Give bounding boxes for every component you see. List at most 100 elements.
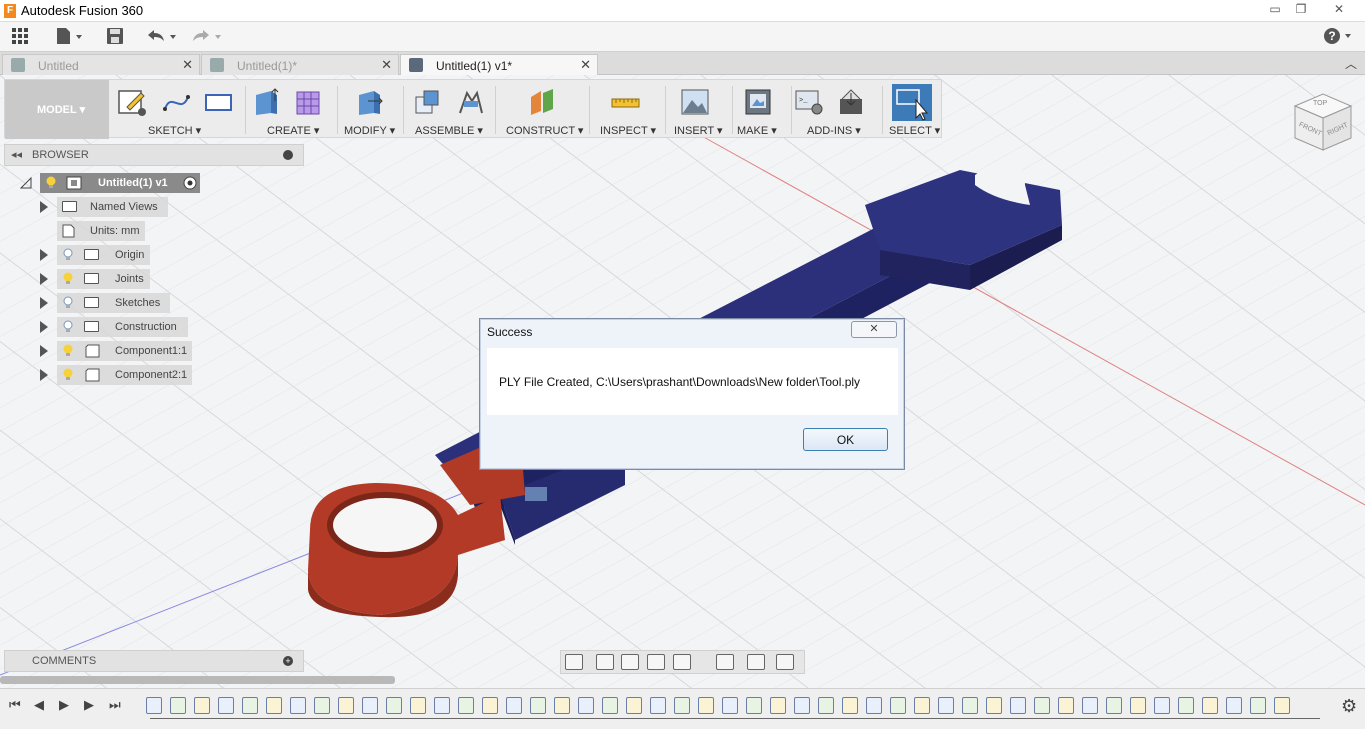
extrude-icon[interactable] [251, 87, 281, 117]
timeline-feature-icon[interactable] [338, 697, 354, 714]
go-to-end-icon[interactable]: ⏭ [109, 698, 123, 712]
timeline-feature-icon[interactable] [146, 697, 162, 714]
press-pull-icon[interactable] [354, 87, 384, 117]
inspect-group[interactable]: INSPECT ▾ [592, 80, 662, 139]
timeline-feature-icon[interactable] [1034, 697, 1050, 714]
browser-minimize-icon[interactable] [283, 150, 293, 160]
gear-icon[interactable]: ⚙ [1341, 696, 1357, 717]
timeline-feature-icon[interactable] [506, 697, 522, 714]
lightbulb-on-icon[interactable] [63, 272, 73, 285]
tab-untitled-1[interactable]: Untitled(1)* ✕ [201, 54, 399, 75]
expand-arrow-icon[interactable] [40, 201, 48, 213]
ok-button[interactable]: OK [803, 428, 888, 451]
tree-chip[interactable]: Sketches [57, 293, 170, 313]
create-sketch-icon[interactable] [117, 87, 147, 117]
timeline-feature-icon[interactable] [722, 697, 738, 714]
timeline-feature-icon[interactable] [1082, 697, 1098, 714]
tree-chip[interactable]: Origin [57, 245, 150, 265]
tab-close-icon[interactable]: ✕ [580, 57, 591, 73]
workspace-switcher[interactable]: MODEL ▾ [5, 80, 109, 139]
timeline-feature-icon[interactable] [1250, 697, 1266, 714]
go-to-start-icon[interactable]: ⏮ [9, 698, 23, 712]
lightbulb-off-icon[interactable] [63, 296, 73, 309]
timeline-feature-icon[interactable] [530, 697, 546, 714]
construct-group[interactable]: CONSTRUCT ▾ [499, 80, 584, 139]
grid-snaps-icon[interactable] [747, 654, 765, 670]
timeline-feature-icon[interactable] [914, 697, 930, 714]
timeline-feature-icon[interactable] [986, 697, 1002, 714]
collapse-tabs-icon[interactable]: ︿ [1345, 55, 1357, 72]
timeline-feature-icon[interactable] [866, 697, 882, 714]
insert-group[interactable]: INSERT ▾ [668, 80, 733, 139]
close-window-button[interactable]: ✕ [1326, 0, 1352, 18]
timeline-feature-icon[interactable] [362, 697, 378, 714]
timeline-feature-icon[interactable] [1130, 697, 1146, 714]
timeline-feature-icon[interactable] [794, 697, 810, 714]
lightbulb-on-icon[interactable] [63, 344, 73, 357]
form-mesh-icon[interactable] [293, 87, 323, 117]
expand-arrow-icon[interactable] [40, 273, 48, 285]
expanded-triangle-icon[interactable] [20, 177, 32, 189]
timeline-feature-icon[interactable] [650, 697, 666, 714]
timeline-feature-icon[interactable] [842, 697, 858, 714]
timeline-feature-icon[interactable] [626, 697, 642, 714]
tree-chip[interactable]: Units: mm [57, 221, 145, 241]
look-at-icon[interactable] [596, 654, 614, 670]
tree-chip[interactable]: Construction [57, 317, 188, 337]
timeline-feature-icon[interactable] [602, 697, 618, 714]
tree-chip[interactable]: Named Views [57, 197, 168, 217]
minimize-button[interactable]: ▭ [1262, 0, 1288, 18]
step-forward-icon[interactable]: ▶ [59, 698, 73, 712]
timeline-feature-icon[interactable] [1010, 697, 1026, 714]
tree-chip[interactable]: Joints [57, 269, 150, 289]
tab-untitled[interactable]: Untitled ✕ [2, 54, 200, 75]
timeline-feature-icon[interactable] [410, 697, 426, 714]
select-group[interactable]: SELECT ▾ [885, 80, 943, 139]
timeline-feature-icon[interactable] [890, 697, 906, 714]
select-menu-label[interactable]: SELECT ▾ [889, 124, 940, 137]
browser-panel-header[interactable]: ◂◂ BROWSER [4, 144, 304, 166]
timeline-feature-icon[interactable] [434, 697, 450, 714]
browser-item-origin[interactable]: Origin [38, 245, 158, 265]
lightbulb-on-icon[interactable] [63, 368, 73, 381]
dialog-close-button[interactable]: ✕ [851, 321, 897, 338]
expand-arrow-icon[interactable] [40, 321, 48, 333]
horizontal-scrollbar[interactable] [0, 676, 395, 684]
timeline-feature-icon[interactable] [1106, 697, 1122, 714]
modify-group[interactable]: MODIFY ▾ [340, 80, 400, 139]
3d-print-icon[interactable] [743, 87, 773, 117]
timeline-feature-icon[interactable] [770, 697, 786, 714]
expand-arrow-icon[interactable] [40, 369, 48, 381]
app-store-icon[interactable] [836, 87, 866, 117]
browser-item-units[interactable]: Units: mm [38, 221, 158, 241]
zoom-icon[interactable] [647, 654, 665, 670]
timeline-feature-icon[interactable] [482, 697, 498, 714]
timeline-feature-icon[interactable] [554, 697, 570, 714]
timeline-feature-icon[interactable] [746, 697, 762, 714]
add-ins-group[interactable]: >_ ADD-INS ▾ [794, 80, 879, 139]
timeline-feature-icon[interactable] [194, 697, 210, 714]
timeline-feature-icon[interactable] [1226, 697, 1242, 714]
tab-close-icon[interactable]: ✕ [182, 57, 193, 73]
root-chip[interactable]: Untitled(1) v1 [40, 173, 200, 193]
timeline-feature-icon[interactable] [266, 697, 282, 714]
timeline-feature-icon[interactable] [698, 697, 714, 714]
lightbulb-off-icon[interactable] [63, 248, 73, 261]
browser-item-sketches[interactable]: Sketches [38, 293, 178, 313]
lightbulb-on-icon[interactable] [46, 176, 56, 189]
collapse-browser-icon[interactable]: ◂◂ [11, 148, 22, 161]
timeline-feature-icon[interactable] [386, 697, 402, 714]
timeline-feature-icon[interactable] [818, 697, 834, 714]
new-component-icon[interactable] [412, 87, 442, 117]
undo-icon[interactable] [145, 27, 179, 47]
browser-item-joints[interactable]: Joints [38, 269, 158, 289]
assemble-group[interactable]: ASSEMBLE ▾ [405, 80, 490, 139]
orbit-icon[interactable] [565, 654, 583, 670]
timeline-feature-icon[interactable] [458, 697, 474, 714]
sketch-menu-label[interactable]: SKETCH ▾ [148, 124, 201, 137]
expand-arrow-icon[interactable] [40, 345, 48, 357]
timeline-feature-icon[interactable] [578, 697, 594, 714]
timeline-feature-icon[interactable] [1274, 697, 1290, 714]
tree-chip[interactable]: Component2:1 [57, 365, 192, 385]
timeline-feature-icon[interactable] [1154, 697, 1170, 714]
